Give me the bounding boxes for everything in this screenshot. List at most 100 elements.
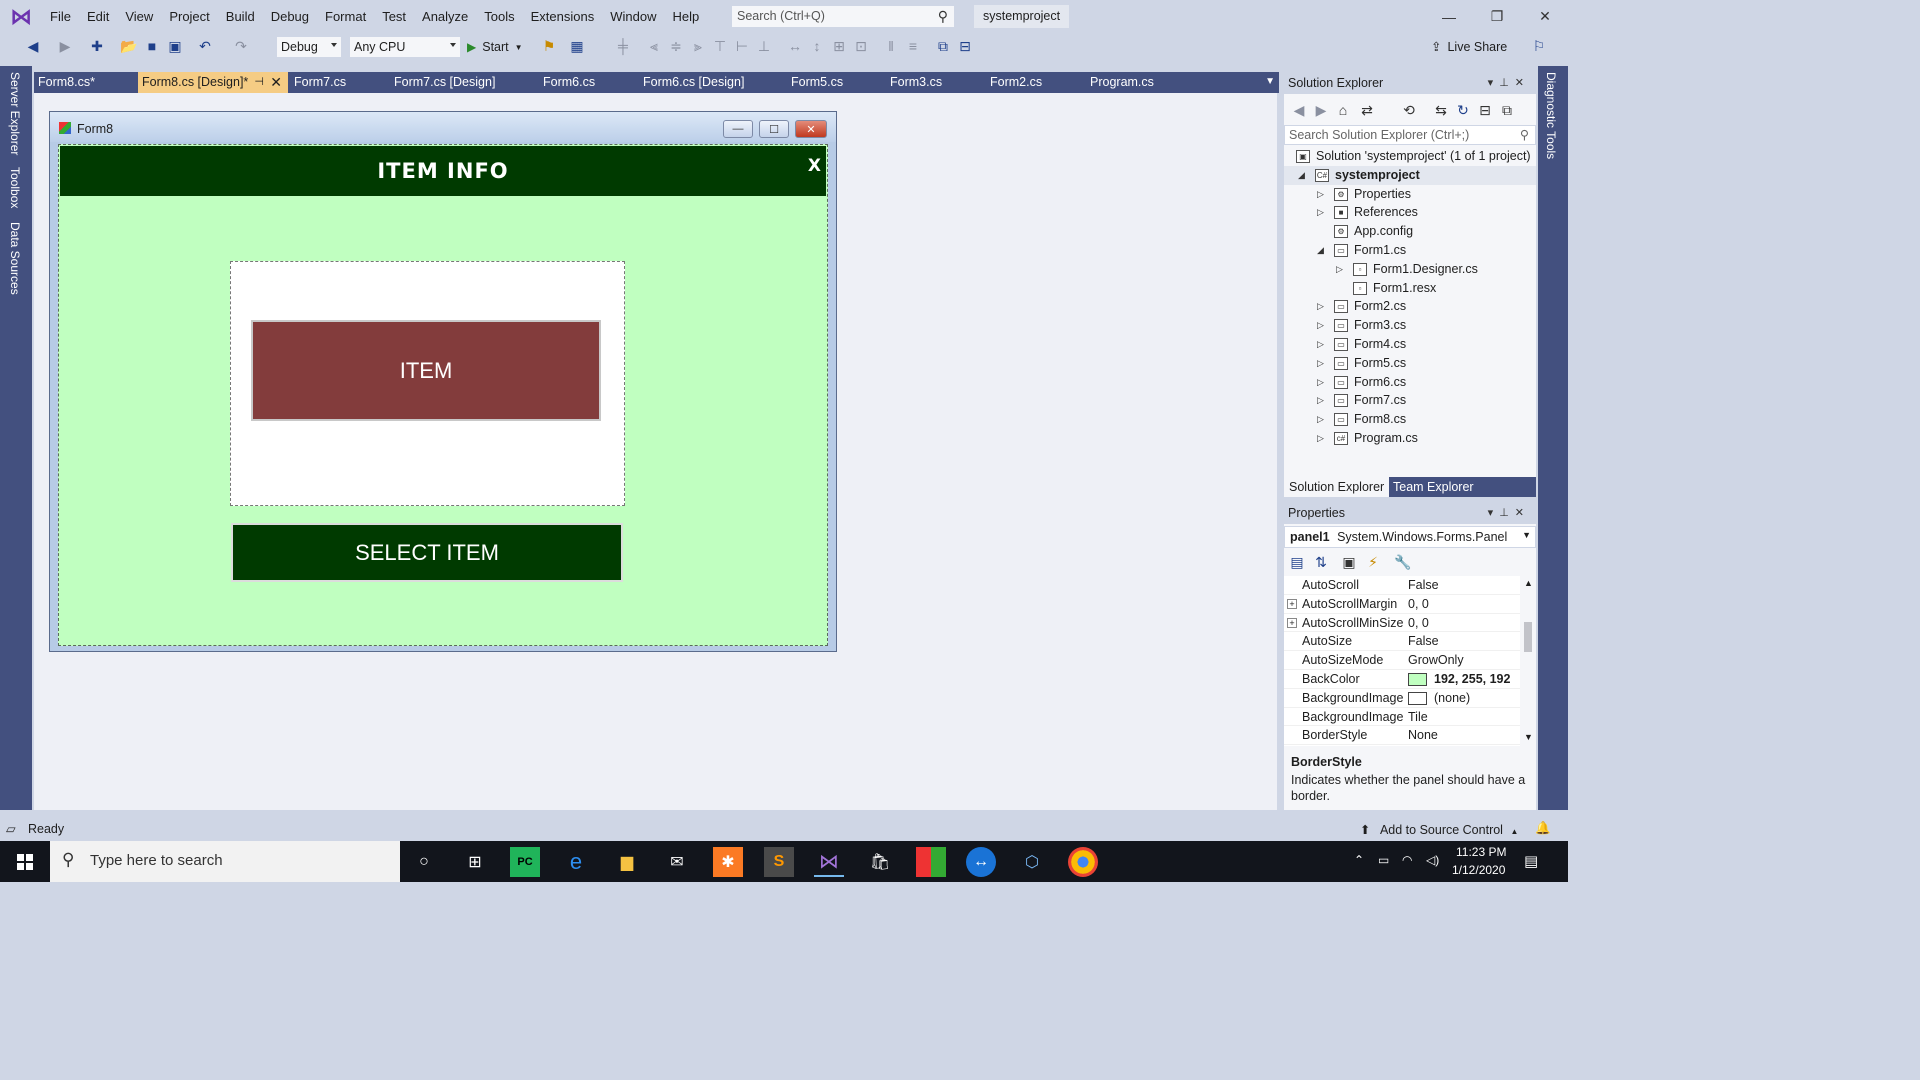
chevron-up-icon[interactable]: ⌃ xyxy=(1354,853,1364,867)
refresh-icon[interactable]: ↻ xyxy=(1454,101,1472,119)
item-picture-box[interactable]: ITEM xyxy=(230,261,625,506)
save-icon[interactable]: ■ xyxy=(143,37,161,55)
edge-icon[interactable]: e xyxy=(561,847,591,877)
tree-item[interactable]: ▣ Solution 'systemproject' (1 of 1 projec… xyxy=(1284,147,1536,166)
teamviewer-icon[interactable]: ↔ xyxy=(966,847,996,877)
property-row[interactable]: BorderStyle None xyxy=(1284,726,1520,746)
close-icon[interactable]: ✕ xyxy=(1522,0,1568,33)
collapsed-arrow-icon[interactable]: ▷ xyxy=(1317,297,1327,316)
solution-configuration-select[interactable]: Debug xyxy=(276,36,342,58)
chevron-down-icon[interactable]: ▾ xyxy=(1488,507,1500,519)
expanded-arrow-icon[interactable]: ◢ xyxy=(1317,241,1327,260)
property-value[interactable]: 192, 255, 192 xyxy=(1434,670,1510,689)
property-value[interactable]: (none) xyxy=(1434,689,1470,708)
collapsed-arrow-icon[interactable]: ▷ xyxy=(1317,391,1327,410)
tab-solution-explorer[interactable]: Solution Explorer xyxy=(1284,477,1390,497)
menu-help[interactable]: Help xyxy=(664,0,707,33)
task-view-icon[interactable]: ⊞ xyxy=(460,847,490,877)
wifi-icon[interactable]: ◠ xyxy=(1402,853,1412,867)
chevron-down-icon[interactable]: ▼ xyxy=(1265,76,1275,87)
collapsed-arrow-icon[interactable]: ▷ xyxy=(1336,260,1346,279)
designer-view-icon[interactable]: ▦ xyxy=(568,37,586,55)
back-icon[interactable]: ◀ xyxy=(1290,101,1308,119)
menu-analyze[interactable]: Analyze xyxy=(414,0,476,33)
open-file-icon[interactable]: 📂 xyxy=(120,37,138,55)
pin-icon[interactable]: ⊥ xyxy=(1499,77,1515,89)
minimize-icon[interactable]: — xyxy=(1426,0,1472,33)
menu-test[interactable]: Test xyxy=(374,0,414,33)
align-rights-icon[interactable]: ⫸ xyxy=(689,37,707,55)
pin-icon[interactable]: ⊥ xyxy=(1499,507,1515,519)
bring-to-front-icon[interactable]: ⧉ xyxy=(934,37,952,55)
property-value[interactable]: 0, 0 xyxy=(1408,595,1429,614)
tree-item[interactable]: ◢ ▭ Form1.cs xyxy=(1284,241,1536,260)
property-grid-scrollbar[interactable]: ▲ ▼ xyxy=(1520,576,1536,746)
chevron-down-icon[interactable]: ▼ xyxy=(1524,732,1533,742)
collapsed-arrow-icon[interactable]: ▷ xyxy=(1317,335,1327,354)
menu-window[interactable]: Window xyxy=(602,0,664,33)
menu-tools[interactable]: Tools xyxy=(476,0,522,33)
file-explorer-icon[interactable]: ▆ xyxy=(612,847,642,877)
solution-search-input[interactable]: Search Solution Explorer (Ctrl+;) ⚲ xyxy=(1284,125,1536,145)
collapsed-arrow-icon[interactable]: ▷ xyxy=(1317,429,1327,448)
close-icon[interactable]: ✕ xyxy=(1515,77,1530,89)
expand-plus-icon[interactable]: + xyxy=(1287,617,1297,628)
panel1[interactable]: ITEM INFO X ITEM SELECT ITEM xyxy=(58,144,828,646)
menu-build[interactable]: Build xyxy=(218,0,263,33)
menu-extensions[interactable]: Extensions xyxy=(523,0,603,33)
pin-icon[interactable]: ⊣ xyxy=(254,72,264,93)
sync-icon[interactable]: ⇆ xyxy=(1432,101,1450,119)
back-icon[interactable]: ◀ xyxy=(24,37,42,55)
find-in-files-icon[interactable]: ⚑ xyxy=(540,37,558,55)
property-value[interactable]: GrowOnly xyxy=(1408,651,1464,670)
property-value[interactable]: 0, 0 xyxy=(1408,614,1429,633)
tab-form2-cs[interactable]: Form2.cs xyxy=(986,72,1086,93)
add-to-source-control-button[interactable]: ⬆ Add to Source Control ▲ xyxy=(1360,822,1518,837)
property-pages-icon[interactable]: 🔧 xyxy=(1394,553,1412,571)
visual-studio-icon[interactable]: ⋈ xyxy=(814,847,844,877)
form8-designer-window[interactable]: Form8 — ☐ ✕ ITEM INFO X ITEM SELECT ITEM xyxy=(49,111,837,652)
home-icon[interactable]: ⌂ xyxy=(1334,101,1352,119)
sublime-text-icon[interactable]: S xyxy=(764,847,794,877)
tree-item[interactable]: ▷ ▫ Form1.Designer.cs xyxy=(1284,260,1536,279)
tab-form7-design[interactable]: Form7.cs [Design] xyxy=(390,72,538,93)
forward-icon[interactable]: ▶ xyxy=(1312,101,1330,119)
tree-item[interactable]: ▷ ■ References xyxy=(1284,203,1536,222)
toolbox-tab[interactable]: Toolbox xyxy=(8,167,22,208)
alphabetical-icon[interactable]: ⇅ xyxy=(1312,553,1330,571)
tree-item[interactable]: ⚙ App.config xyxy=(1284,222,1536,241)
align-centers-icon[interactable]: ≑ xyxy=(667,37,685,55)
size-to-grid-icon[interactable]: ⊞ xyxy=(830,37,848,55)
battery-icon[interactable]: ▭ xyxy=(1378,853,1389,867)
align-to-grid-icon[interactable]: ╪ xyxy=(614,37,632,55)
property-value[interactable]: False xyxy=(1408,632,1439,651)
property-row[interactable]: AutoScroll False xyxy=(1284,576,1520,595)
scrollbar-thumb[interactable] xyxy=(1524,622,1532,652)
align-bottoms-icon[interactable]: ⊥ xyxy=(755,37,773,55)
tab-form3-cs[interactable]: Form3.cs xyxy=(886,72,986,93)
show-all-files-icon[interactable]: ⧉ xyxy=(1498,101,1516,119)
properties-view-icon[interactable]: ▣ xyxy=(1340,553,1358,571)
solution-platform-select[interactable]: Any CPU xyxy=(349,36,461,58)
tab-program-cs[interactable]: Program.cs xyxy=(1086,72,1196,93)
make-same-width-icon[interactable]: ↔ xyxy=(786,37,804,55)
menu-file[interactable]: File xyxy=(42,0,79,33)
collapse-all-icon[interactable]: ⊟ xyxy=(1476,101,1494,119)
panel-header[interactable]: ITEM INFO X xyxy=(60,146,826,196)
forward-icon[interactable]: ▶ xyxy=(56,37,74,55)
quick-launch-search[interactable]: Search (Ctrl+Q) ⚲ xyxy=(731,5,955,28)
property-row[interactable]: AutoSizeMode GrowOnly xyxy=(1284,651,1520,670)
menu-project[interactable]: Project xyxy=(161,0,217,33)
tab-form6-cs[interactable]: Form6.cs xyxy=(539,72,639,93)
vertical-spacing-icon[interactable]: ≡ xyxy=(904,37,922,55)
xampp-icon[interactable]: ✱ xyxy=(713,847,743,877)
property-row[interactable]: BackColor 192, 255, 192 xyxy=(1284,670,1520,689)
property-row[interactable]: BackgroundImage (none) xyxy=(1284,689,1520,708)
pycharm-icon[interactable]: PC xyxy=(510,847,540,877)
chevron-up-icon[interactable]: ▲ xyxy=(1524,578,1533,588)
panel-close-label[interactable]: X xyxy=(808,156,821,176)
tree-item[interactable]: ▷ c# Program.cs xyxy=(1284,429,1536,448)
make-same-height-icon[interactable]: ↕ xyxy=(808,37,826,55)
mail-icon[interactable]: ✉ xyxy=(662,847,692,877)
tab-form8-design[interactable]: Form8.cs [Design]* ⊣ ✕ xyxy=(138,72,288,93)
